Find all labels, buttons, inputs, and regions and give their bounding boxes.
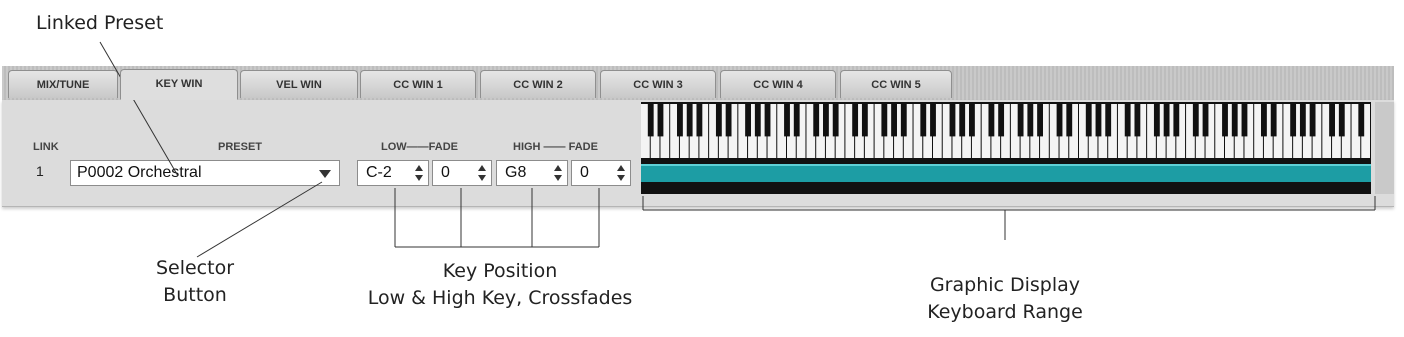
- black-key: [647, 104, 654, 137]
- high-key-spinner[interactable]: G8: [496, 160, 568, 186]
- black-key: [1329, 104, 1335, 137]
- black-key: [852, 104, 859, 137]
- tab-cc-win-2[interactable]: CC WIN 2: [480, 70, 596, 98]
- preset-value: P0002 Orchestral: [77, 164, 202, 181]
- black-key: [823, 104, 829, 137]
- black-key: [998, 104, 1005, 137]
- graphic-display-callout: Graphic Display Keyboard Range: [900, 272, 1110, 326]
- tab-key-win[interactable]: KEY WIN: [120, 69, 238, 100]
- black-key: [1173, 104, 1180, 137]
- black-key: [1290, 104, 1297, 137]
- black-key: [1085, 104, 1092, 137]
- key-position-title: Key Position: [442, 260, 558, 282]
- link-number: 1: [36, 163, 44, 179]
- high-key-value: G8: [505, 164, 527, 181]
- black-key: [1037, 104, 1043, 137]
- tab-vel-win[interactable]: VEL WIN: [240, 70, 358, 98]
- preset-header: PRESET: [218, 141, 263, 153]
- black-key: [784, 104, 790, 137]
- tab-mix-tune[interactable]: MIX/TUNE: [8, 70, 118, 98]
- black-key: [725, 104, 732, 137]
- graphic-callout-line2: Keyboard Range: [927, 301, 1083, 323]
- black-key: [949, 104, 956, 137]
- black-key: [1153, 104, 1160, 137]
- black-key: [832, 104, 839, 137]
- black-key: [1066, 104, 1073, 137]
- black-key: [1027, 104, 1034, 137]
- black-key: [813, 104, 820, 137]
- black-key: [891, 104, 897, 137]
- high-fade-value: 0: [580, 164, 589, 181]
- tab-cc-win-3[interactable]: CC WIN 3: [600, 70, 716, 98]
- low-key-spinner[interactable]: C-2: [357, 160, 429, 186]
- black-key: [715, 104, 722, 137]
- black-key: [1241, 104, 1248, 137]
- selector-callout-line2: Button: [163, 284, 227, 306]
- piano-keyboard: [641, 104, 1370, 158]
- keyboard-side-panel: [1375, 102, 1394, 194]
- chevron-down-icon[interactable]: [319, 170, 331, 178]
- black-key: [1261, 104, 1267, 137]
- linked-preset-callout: Linked Preset: [36, 12, 164, 34]
- keyboard-range-display[interactable]: [641, 102, 1371, 194]
- black-key: [1134, 104, 1141, 137]
- high-fade-spinner[interactable]: 0: [571, 160, 631, 186]
- black-key: [1202, 104, 1209, 137]
- black-key: [959, 104, 966, 137]
- black-key: [1105, 104, 1112, 137]
- black-key: [1231, 104, 1238, 137]
- low-key-value: C-2: [366, 164, 392, 181]
- black-key: [1017, 104, 1024, 137]
- black-key: [900, 104, 907, 137]
- black-key: [686, 104, 693, 137]
- graphic-callout-line1: Graphic Display: [929, 274, 1081, 296]
- black-key: [1192, 104, 1199, 137]
- black-key: [920, 104, 927, 137]
- high-fade-header: HIGH —— FADE: [513, 141, 598, 153]
- low-fade-value: 0: [441, 164, 450, 181]
- preset-selector[interactable]: P0002 Orchestral: [70, 160, 340, 186]
- black-key: [1163, 104, 1170, 137]
- black-key: [1095, 104, 1102, 137]
- black-key: [988, 104, 995, 137]
- tab-strip: MIX/TUNE KEY WIN VEL WIN CC WIN 1 CC WIN…: [2, 66, 1394, 101]
- black-key: [764, 104, 771, 137]
- black-key: [793, 104, 800, 137]
- black-key: [1124, 104, 1131, 137]
- low-fade-header: LOW——FADE: [381, 141, 458, 153]
- spin-arrows-icon[interactable]: [617, 163, 626, 183]
- black-key: [969, 104, 975, 137]
- tab-cc-win-5[interactable]: CC WIN 5: [840, 70, 952, 98]
- tab-cc-win-1[interactable]: CC WIN 1: [360, 70, 476, 98]
- black-key: [930, 104, 936, 137]
- black-key: [1056, 104, 1063, 137]
- black-key: [1299, 104, 1306, 137]
- black-key: [754, 104, 761, 137]
- black-key: [1358, 104, 1365, 137]
- low-fade-spinner[interactable]: 0: [432, 160, 492, 186]
- spin-arrows-icon[interactable]: [554, 163, 563, 183]
- key-range-bar[interactable]: [641, 164, 1371, 182]
- black-key: [677, 104, 683, 137]
- black-key: [1270, 104, 1277, 137]
- selector-callout-line1: Selector: [155, 257, 235, 279]
- black-key: [861, 104, 868, 137]
- link-header: LINK: [33, 141, 59, 153]
- key-position-subtitle: Low & High Key, Crossfades: [367, 287, 633, 309]
- black-key: [1222, 104, 1228, 137]
- black-key: [1338, 104, 1345, 137]
- black-key: [1309, 104, 1316, 137]
- spin-arrows-icon[interactable]: [415, 163, 424, 183]
- key-position-callout: Key Position Low & High Key, Crossfades: [330, 258, 670, 312]
- black-key: [745, 104, 751, 137]
- tab-cc-win-4[interactable]: CC WIN 4: [720, 70, 836, 98]
- black-key: [696, 104, 703, 137]
- black-key: [881, 104, 888, 137]
- spin-arrows-icon[interactable]: [478, 163, 487, 183]
- selector-button-callout: Selector Button: [140, 255, 250, 309]
- black-key: [657, 104, 664, 137]
